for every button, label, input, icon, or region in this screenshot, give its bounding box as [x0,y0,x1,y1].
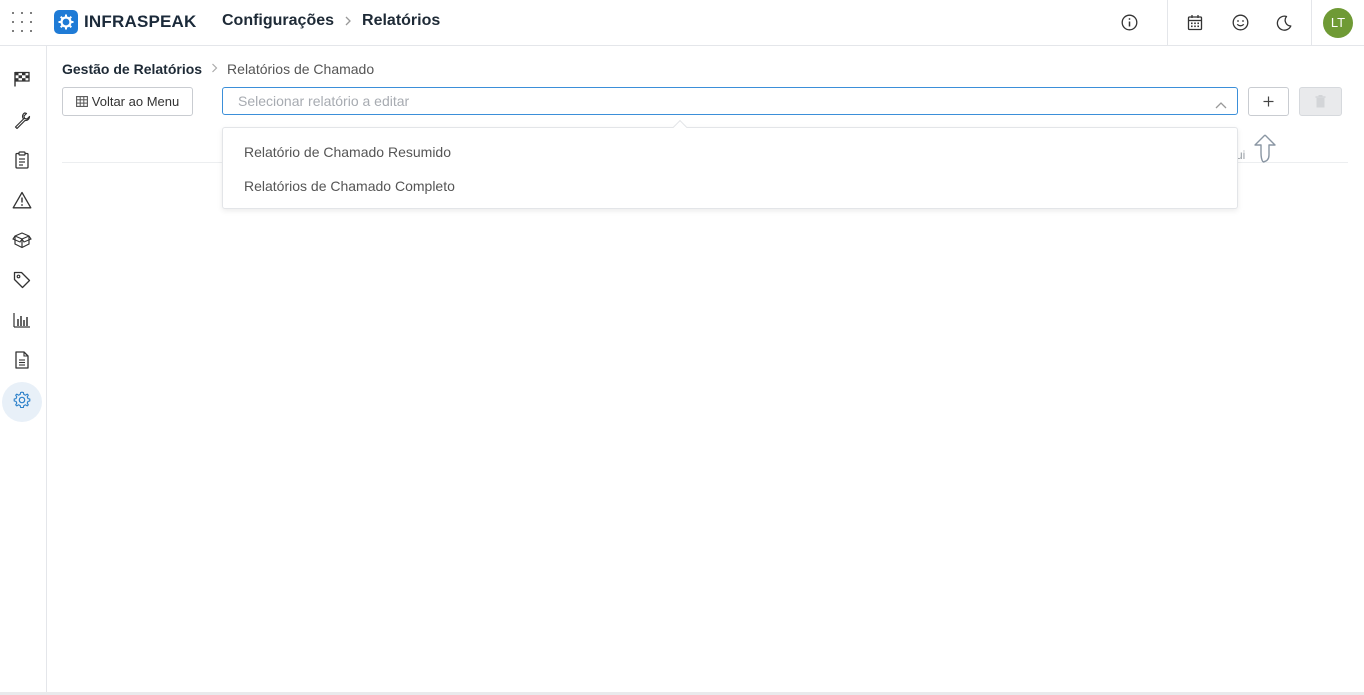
sidebar-item-orders[interactable] [2,142,42,182]
clipboard-icon [15,150,29,174]
breadcrumb-root[interactable]: Gestão de Relatórios [62,61,202,77]
moon-icon[interactable] [1273,12,1295,34]
back-to-menu-button[interactable]: Voltar ao Menu [62,87,193,116]
sidebar-item-flag[interactable] [2,61,42,101]
sidebar-item-settings[interactable] [2,382,42,422]
box-icon [12,231,32,254]
smiley-icon[interactable] [1229,12,1251,34]
dropdown-option-resumido[interactable]: Relatório de Chamado Resumido [244,144,451,160]
sidebar-item-analytics[interactable] [2,302,42,342]
sidebar-item-maintenance[interactable] [2,102,42,142]
flag-icon [13,71,31,92]
sidebar-item-failures[interactable] [2,182,42,222]
report-select[interactable]: Selecionar relatório a editar [222,87,1238,115]
sidebar-item-reports[interactable] [2,342,42,382]
brand-logo[interactable]: INFRASPEAK [54,10,197,34]
sidebar-item-stock[interactable] [2,222,42,262]
tag-icon [13,271,31,294]
document-icon [15,350,29,374]
info-icon[interactable] [1118,12,1140,34]
back-to-menu-label: Voltar ao Menu [91,94,180,109]
header-actions: LT [1118,0,1364,45]
bar-chart-icon [13,312,31,333]
gear-icon [13,391,31,414]
sidebar-item-tags[interactable] [2,262,42,302]
arrow-up-icon [1254,134,1276,163]
top-bar: INFRASPEAK Configurações Relatórios LT [0,0,1364,46]
dropdown-option-completo[interactable]: Relatórios de Chamado Completo [244,178,455,194]
breadcrumb-current: Relatórios de Chamado [227,61,375,77]
calendar-icon[interactable] [1184,12,1206,34]
chevron-up-icon [1215,96,1227,112]
report-select-dropdown: Relatório de Chamado Resumido Relatórios… [222,119,1238,209]
apps-grid-icon[interactable] [11,11,33,33]
chevron-right-icon [211,62,218,76]
avatar[interactable]: LT [1323,7,1353,38]
sidebar [0,46,47,695]
breadcrumb: Gestão de Relatórios Relatórios de Chama… [62,61,374,77]
trash-icon [1315,95,1326,108]
add-report-button[interactable] [1248,87,1289,116]
table-icon [75,96,88,107]
plus-icon [1263,96,1274,107]
warning-icon [12,191,32,214]
delete-report-button[interactable] [1299,87,1342,116]
brand-logo-icon [54,10,78,34]
wrench-icon [13,111,31,134]
header-crumb-relatorios: Relatórios [362,12,441,29]
brand-name: INFRASPEAK [84,12,197,31]
report-select-placeholder: Selecionar relatório a editar [238,93,410,109]
header-breadcrumb: Configurações Relatórios [222,12,440,30]
chevron-right-icon [344,14,352,29]
header-crumb-configuracoes[interactable]: Configurações [222,12,334,30]
